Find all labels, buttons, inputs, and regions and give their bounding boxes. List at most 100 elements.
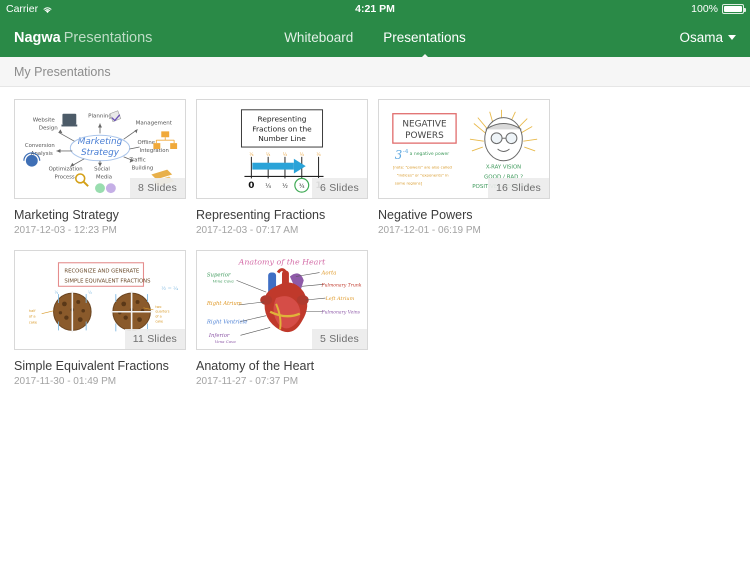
presentation-title: Anatomy of the Heart (196, 359, 315, 373)
app-navbar: Nagwa Presentations Whiteboard Presentati… (0, 18, 750, 57)
svg-text:Number Line: Number Line (258, 134, 306, 143)
svg-text:Building: Building (132, 166, 154, 172)
svg-text:Right Atrium: Right Atrium (206, 301, 242, 307)
svg-text:Offline: Offline (138, 140, 155, 146)
user-menu[interactable]: Osama (679, 30, 736, 45)
slide-count-badge: 5 Slides (312, 329, 367, 349)
presentation-date: 2017-12-03 - 12:23 PM (14, 225, 117, 236)
svg-text:some regions]: some regions] (395, 180, 423, 185)
presentation-date: 2017-12-03 - 07:17 AM (196, 225, 299, 236)
wifi-icon (42, 5, 53, 14)
svg-text:¼: ¼ (300, 152, 305, 158)
svg-text:Representing: Representing (258, 115, 307, 124)
tab-presentations[interactable]: Presentations (381, 28, 468, 47)
presentation-thumbnail[interactable]: Representing Fractions on the Number Lin… (196, 99, 368, 199)
svg-text:¼: ¼ (265, 184, 271, 190)
slide-count-badge: 16 Slides (488, 178, 549, 198)
presentation-card[interactable]: RECOGNIZE AND GENERATE SIMPLE EQUIVALENT… (14, 250, 196, 387)
presentation-date: 2017-11-30 - 01:49 PM (14, 376, 117, 387)
svg-text:Design: Design (39, 125, 59, 131)
svg-text:0: 0 (248, 181, 254, 191)
svg-text:RECOGNIZE AND GENERATE: RECOGNIZE AND GENERATE (64, 269, 140, 275)
presentations-grid: Marketing Strategy Website Design Planni… (14, 99, 736, 401)
app-brand[interactable]: Nagwa Presentations (14, 30, 152, 46)
presentation-title: Marketing Strategy (14, 208, 119, 222)
svg-text:Social: Social (94, 167, 110, 173)
presentation-thumbnail[interactable]: Marketing Strategy Website Design Planni… (14, 99, 186, 199)
svg-text:Aorta: Aorta (321, 271, 337, 277)
svg-text:of a: of a (155, 315, 161, 319)
svg-text:¼: ¼ (316, 152, 321, 158)
presentation-card[interactable]: Marketing Strategy Website Design Planni… (14, 99, 196, 236)
svg-text:two: two (155, 305, 161, 309)
chevron-down-icon (728, 35, 736, 40)
svg-text:Anatomy of the Heart: Anatomy of the Heart (238, 258, 327, 267)
svg-text:"indices" or "exponents" in: "indices" or "exponents" in (397, 172, 449, 177)
presentation-card[interactable]: Anatomy of the Heart Superior Vena Cava … (196, 250, 378, 387)
presentation-thumbnail[interactable]: Anatomy of the Heart Superior Vena Cava … (196, 250, 368, 350)
svg-text:X-RAY VISION: X-RAY VISION (486, 165, 521, 171)
svg-text:quarters: quarters (155, 310, 169, 314)
svg-text:½: ½ (282, 183, 288, 190)
svg-text:Strategy: Strategy (81, 148, 120, 158)
svg-text:¼: ¼ (249, 152, 254, 158)
presentation-date: 2017-12-01 - 06:19 PM (378, 225, 481, 236)
svg-text:¼: ¼ (283, 152, 288, 158)
svg-text:Pulmonary Trunk: Pulmonary Trunk (321, 282, 362, 288)
svg-text:Management: Management (136, 121, 173, 127)
presentation-thumbnail[interactable]: RECOGNIZE AND GENERATE SIMPLE EQUIVALENT… (14, 250, 186, 350)
svg-text:SIMPLE EQUIVALENT FRACTIONS: SIMPLE EQUIVALENT FRACTIONS (64, 278, 151, 284)
presentation-card[interactable]: NEGATIVE POWERS 3 -4 a negative power [n… (378, 99, 560, 236)
svg-text:half: half (29, 309, 36, 313)
svg-text:NEGATIVE: NEGATIVE (402, 119, 447, 129)
svg-text:Vena Cava: Vena Cava (215, 339, 237, 344)
svg-text:½: ½ (88, 290, 92, 295)
carrier-label: Carrier (6, 3, 39, 15)
svg-text:Left Atrium: Left Atrium (324, 296, 354, 302)
svg-text:Marketing: Marketing (78, 137, 123, 147)
presentation-title: Representing Fractions (196, 208, 326, 222)
presentation-card[interactable]: Representing Fractions on the Number Lin… (196, 99, 378, 236)
page-title: My Presentations (14, 64, 111, 79)
svg-text:[note: "powers" are also calle: [note: "powers" are also called (393, 165, 453, 170)
brand-name: Nagwa (14, 29, 61, 46)
svg-text:Media: Media (96, 174, 112, 180)
slide-count-badge: 6 Slides (312, 178, 367, 198)
svg-text:¾: ¾ (299, 184, 305, 190)
svg-text:of a: of a (29, 315, 36, 319)
user-name-label: Osama (679, 30, 723, 45)
svg-text:Optimization: Optimization (49, 167, 83, 173)
svg-text:Vena Cava: Vena Cava (213, 278, 235, 283)
battery-full-icon (722, 4, 746, 14)
brand-suffix: Presentations (63, 29, 153, 46)
presentations-content: Marketing Strategy Website Design Planni… (0, 87, 750, 413)
tab-whiteboard[interactable]: Whiteboard (282, 28, 355, 47)
presentation-title: Simple Equivalent Fractions (14, 359, 169, 373)
svg-text:½: ½ (55, 290, 59, 295)
svg-text:Planning: Planning (88, 114, 112, 120)
svg-text:Pulmonary Veins: Pulmonary Veins (321, 310, 361, 316)
presentation-thumbnail[interactable]: NEGATIVE POWERS 3 -4 a negative power [n… (378, 99, 550, 199)
svg-text:POWERS: POWERS (405, 131, 444, 141)
status-bar-clock: 4:21 PM (355, 3, 395, 15)
svg-text:Right Ventricle: Right Ventricle (206, 320, 248, 326)
svg-text:Process: Process (55, 174, 75, 180)
section-header: My Presentations (0, 57, 750, 87)
svg-text:-4: -4 (403, 149, 409, 155)
svg-text:¼: ¼ (266, 152, 271, 158)
battery-percent-label: 100% (691, 3, 718, 15)
svg-text:Website: Website (33, 118, 56, 124)
status-bar-left: Carrier (6, 3, 53, 15)
svg-text:a negative power: a negative power (410, 151, 450, 157)
svg-text:Fractions on the: Fractions on the (252, 124, 312, 133)
svg-text:Conversion: Conversion (25, 143, 55, 149)
svg-text:½ = ²⁄₄: ½ = ²⁄₄ (161, 285, 178, 292)
svg-text:cake: cake (155, 320, 163, 324)
ios-status-bar: Carrier 4:21 PM 100% (0, 0, 750, 18)
presentation-date: 2017-11-27 - 07:37 PM (196, 376, 299, 387)
presentation-title: Negative Powers (378, 208, 473, 222)
slide-count-badge: 8 Slides (130, 178, 185, 198)
slide-count-badge: 11 Slides (124, 329, 185, 349)
svg-text:3: 3 (395, 148, 403, 162)
svg-text:cake: cake (29, 321, 37, 325)
